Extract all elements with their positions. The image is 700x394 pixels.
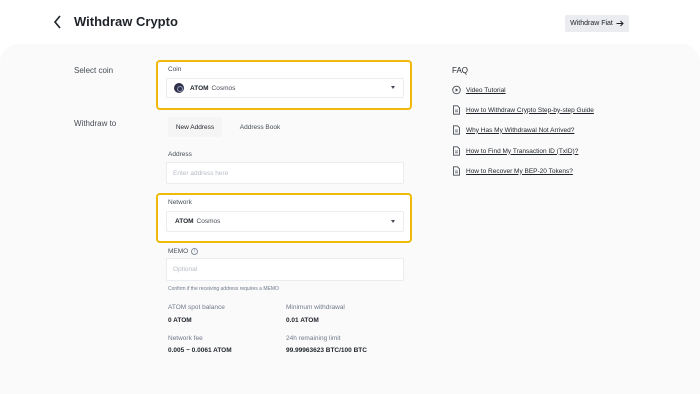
document-icon: [453, 146, 460, 156]
tab-new-address[interactable]: New Address: [168, 117, 222, 137]
document-icon: [453, 166, 460, 176]
page-header: Withdraw Crypto Withdraw Fiat: [0, 0, 700, 44]
withdraw-fiat-button[interactable]: Withdraw Fiat: [565, 15, 629, 32]
faq-item-label: Why Has My Withdrawal Not Arrived?: [466, 126, 575, 134]
coin-symbol: ATOM: [190, 84, 209, 92]
spot-balance-label: ATOM spot balance: [168, 304, 225, 311]
memo-label-row: MEMO i: [168, 248, 199, 256]
network-fee-value: 0.005 ~ 0.0061 ATOM: [168, 347, 232, 354]
faq-item-label: How to Withdraw Crypto Step-by-step Guid…: [466, 106, 594, 114]
memo-input[interactable]: Optional: [166, 258, 404, 281]
coin-select[interactable]: ATOM Cosmos: [166, 78, 404, 98]
min-withdrawal-value: 0.01 ATOM: [286, 317, 319, 324]
address-input[interactable]: Enter address here: [166, 162, 404, 184]
coin-label: Coin: [168, 66, 182, 73]
back-button[interactable]: [50, 13, 66, 31]
caret-down-icon: [391, 86, 395, 89]
faq-item-withdrawal-not-arrived[interactable]: Why Has My Withdrawal Not Arrived?: [452, 125, 574, 135]
faq-title: FAQ: [452, 66, 469, 75]
spot-balance-value: 0 ATOM: [168, 317, 192, 324]
chevron-left-icon: [53, 15, 61, 29]
network-select[interactable]: ATOM Cosmos: [166, 211, 404, 232]
coin-name: Cosmos: [211, 84, 236, 92]
min-withdrawal-label: Minimum withdrawal: [286, 304, 345, 311]
network-fee-label: Network fee: [168, 335, 203, 342]
page-title: Withdraw Crypto: [74, 14, 178, 29]
faq-item-recover-bep20[interactable]: How to Recover My BEP-20 Tokens?: [452, 166, 573, 176]
faq-item-withdraw-guide[interactable]: How to Withdraw Crypto Step-by-step Guid…: [452, 105, 594, 115]
withdraw-fiat-label: Withdraw Fiat: [570, 20, 613, 27]
document-icon: [453, 105, 460, 115]
faq-item-label: How to Find My Transaction ID (TxID)?: [466, 147, 579, 155]
arrow-right-icon: [616, 20, 624, 27]
address-label: Address: [168, 151, 192, 158]
tab-address-book[interactable]: Address Book: [232, 117, 288, 137]
play-circle-icon: [452, 85, 461, 95]
memo-label: MEMO: [168, 248, 189, 256]
info-icon[interactable]: i: [191, 248, 199, 255]
cosmos-coin-icon: [174, 83, 184, 93]
faq-item-label: How to Recover My BEP-20 Tokens?: [466, 167, 573, 175]
faq-item-video-tutorial[interactable]: Video Tutorial: [452, 85, 506, 95]
network-label: Network: [168, 199, 192, 206]
faq-item-label: Video Tutorial: [466, 86, 506, 94]
remaining-limit-value: 99.99963623 BTC/100 BTC: [286, 347, 367, 354]
network-symbol: ATOM: [175, 218, 194, 225]
withdraw-to-label: Withdraw to: [74, 119, 117, 128]
faq-item-find-txid[interactable]: How to Find My Transaction ID (TxID)?: [452, 146, 578, 156]
document-icon: [453, 125, 460, 135]
caret-down-icon: [391, 219, 395, 223]
memo-hint: Confirm if the receiving address require…: [168, 286, 279, 292]
select-coin-label: Select coin: [74, 66, 114, 75]
network-name: Cosmos: [196, 218, 221, 225]
remaining-limit-label: 24h remaining limit: [286, 335, 341, 342]
